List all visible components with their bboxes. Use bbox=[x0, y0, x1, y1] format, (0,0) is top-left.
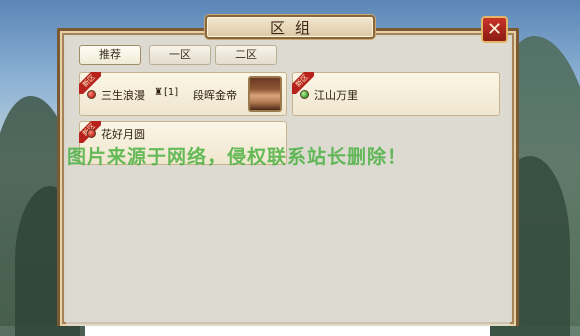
character-role-icon: ♜ bbox=[154, 87, 163, 98]
server-name: 三生浪漫 bbox=[101, 89, 145, 102]
tab-zone-2[interactable]: 二区 bbox=[215, 45, 277, 65]
server-card-jiangshanwanli[interactable]: 新区 江山万里 bbox=[292, 72, 500, 116]
status-red-icon bbox=[87, 129, 96, 138]
tab-zone-1[interactable]: 一区 bbox=[149, 45, 211, 65]
server-card-sanshenglangman[interactable]: 新区 三生浪漫 ♜ [1] 段晖金帝 bbox=[79, 72, 287, 116]
status-red-icon bbox=[87, 90, 96, 99]
dialog-title: 区组 bbox=[205, 15, 375, 39]
server-name: 花好月圆 bbox=[101, 128, 145, 141]
server-card-huahaoyueyuan[interactable]: 新区 花好月圆 bbox=[79, 121, 287, 165]
character-name: 段晖金帝 bbox=[193, 89, 237, 102]
character-avatar bbox=[248, 76, 282, 112]
close-button[interactable]: ✕ bbox=[481, 16, 508, 43]
server-name: 江山万里 bbox=[314, 89, 358, 102]
character-count: [1] bbox=[164, 87, 179, 98]
tab-recommended[interactable]: 推荐 bbox=[79, 45, 141, 65]
status-green-icon bbox=[300, 90, 309, 99]
